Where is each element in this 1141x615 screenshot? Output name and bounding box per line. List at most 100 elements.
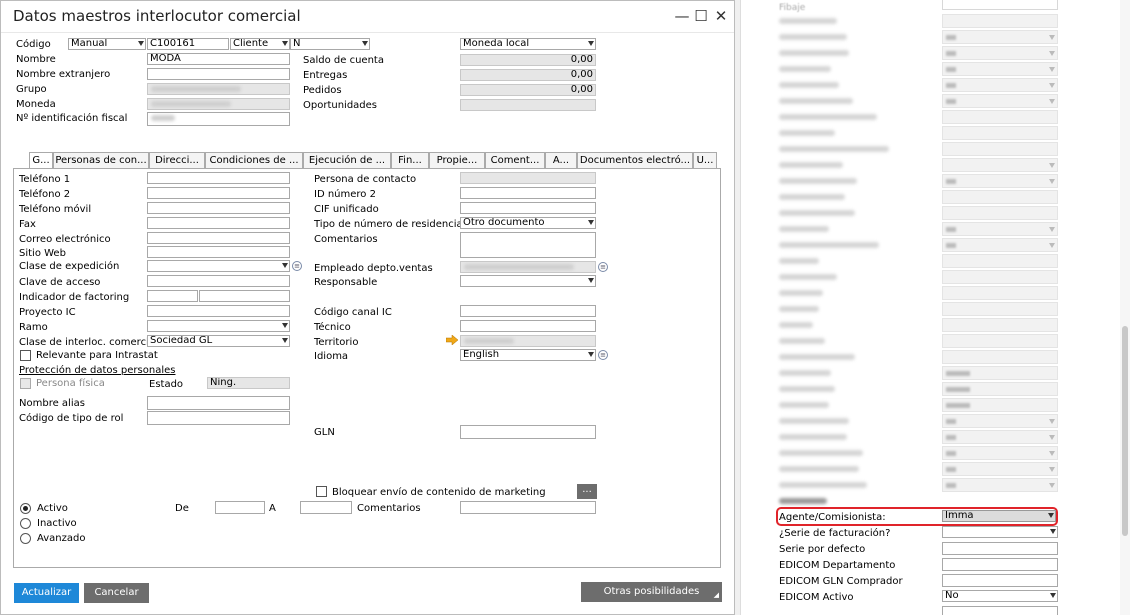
codigo-field[interactable]: C100161 — [147, 38, 229, 50]
proteccion-datos-link[interactable]: Protección de datos personales — [19, 365, 175, 377]
grupo-select[interactable] — [147, 83, 290, 95]
pedidos-field[interactable]: 0,00 — [460, 84, 596, 96]
alias-field[interactable] — [147, 396, 290, 410]
blurred-udf-field[interactable] — [942, 78, 1058, 92]
tab-propiedades[interactable]: Propie... — [429, 152, 485, 169]
tipo2-select[interactable]: N — [290, 38, 370, 50]
factoring-field-2[interactable] — [199, 290, 290, 302]
tipo-select[interactable]: Cliente — [230, 38, 290, 50]
blurred-udf-field[interactable] — [942, 366, 1058, 380]
a-field[interactable] — [300, 501, 352, 514]
tab-documentos-electronicos[interactable]: Documentos electró... — [577, 152, 693, 169]
edicom-departamento-field[interactable] — [942, 558, 1058, 571]
blurred-udf-field[interactable] — [942, 30, 1058, 44]
tab-condiciones[interactable]: Condiciones de ... — [205, 152, 303, 169]
movil-field[interactable] — [147, 202, 290, 214]
clave-field[interactable] — [147, 275, 290, 287]
blurred-udf-field[interactable] — [942, 190, 1058, 204]
blurred-udf-field[interactable] — [942, 62, 1058, 76]
moneda-select[interactable] — [147, 98, 290, 110]
blurred-udf-field[interactable] — [942, 334, 1058, 348]
id2-field[interactable] — [460, 187, 596, 199]
nombre-field[interactable]: MODA — [147, 53, 290, 65]
responsable-select[interactable] — [460, 275, 596, 287]
comentarios-field[interactable] — [460, 232, 596, 258]
blurred-udf-field[interactable] — [942, 478, 1058, 492]
avanzado-radio[interactable] — [20, 533, 31, 544]
blurred-udf-field[interactable] — [942, 222, 1058, 236]
telefono1-field[interactable] — [147, 172, 290, 184]
maximize-button[interactable]: ☐ — [690, 5, 712, 27]
de-field[interactable] — [215, 501, 265, 514]
blurred-udf-field[interactable] — [942, 14, 1058, 28]
edicom-activo-select[interactable]: No — [942, 590, 1058, 602]
bloquear-marketing-checkbox[interactable] — [316, 486, 327, 497]
blurred-udf-field[interactable] — [942, 94, 1058, 108]
activo-radio[interactable] — [20, 503, 31, 514]
info-icon[interactable]: ≡ — [598, 262, 608, 272]
info-icon[interactable]: ≡ — [598, 350, 608, 360]
tab-anexos[interactable]: A... — [545, 152, 577, 169]
serie-select[interactable]: Manual — [68, 38, 146, 50]
correo-field[interactable] — [147, 232, 290, 244]
scrollbar-thumb[interactable] — [1122, 326, 1128, 536]
blurred-udf-field[interactable] — [942, 350, 1058, 364]
cif-field[interactable] — [460, 202, 596, 214]
oportunidades-field[interactable] — [460, 99, 596, 111]
link-arrow-icon[interactable] — [445, 334, 459, 348]
tab-personas-contacto[interactable]: Personas de con... — [53, 152, 149, 169]
blurred-udf-field[interactable] — [942, 238, 1058, 252]
factoring-field-1[interactable] — [147, 290, 198, 302]
otras-posibilidades-button[interactable]: Otras posibilidades ◢ — [581, 582, 722, 602]
empleado-select[interactable] — [460, 261, 596, 273]
blurred-udf-field[interactable] — [942, 126, 1058, 140]
udf-top-field[interactable] — [942, 0, 1058, 10]
blurred-udf-field[interactable] — [942, 414, 1058, 428]
expedicion-select[interactable] — [147, 260, 290, 272]
tab-finanzas[interactable]: Fin... — [391, 152, 429, 169]
telefono2-field[interactable] — [147, 187, 290, 199]
proyecto-field[interactable] — [147, 305, 290, 317]
clase-interloc-select[interactable]: Sociedad GL — [147, 335, 290, 347]
tab-ejecucion[interactable]: Ejecución de ... — [303, 152, 391, 169]
gln-field[interactable] — [460, 425, 596, 439]
blurred-udf-field[interactable] — [942, 142, 1058, 156]
blurred-udf-field[interactable] — [942, 446, 1058, 460]
blurred-udf-field[interactable] — [942, 110, 1058, 124]
tipo-residencia-select[interactable]: Otro documento — [460, 217, 596, 229]
persona-fisica-checkbox[interactable] — [20, 378, 31, 389]
serie-facturacion-select[interactable] — [942, 526, 1058, 538]
serie-defecto-field[interactable] — [942, 542, 1058, 555]
more-button[interactable]: ... — [577, 484, 597, 499]
actualizar-button[interactable]: Actualizar — [14, 583, 79, 603]
tab-u[interactable]: U... — [693, 152, 717, 169]
udf-scrollbar[interactable] — [1120, 0, 1130, 615]
nif-field[interactable] — [147, 112, 290, 126]
blurred-udf-field[interactable] — [942, 286, 1058, 300]
web-field[interactable] — [147, 246, 290, 258]
estado-field[interactable]: Ning. — [207, 377, 290, 389]
edicom-gln-field[interactable] — [942, 574, 1058, 587]
blurred-udf-field[interactable] — [942, 382, 1058, 396]
agente-select[interactable]: Imma — [942, 510, 1056, 522]
tab-comentarios[interactable]: Coment... — [485, 152, 545, 169]
blurred-udf-field[interactable] — [942, 46, 1058, 60]
close-button[interactable]: ✕ — [710, 5, 732, 27]
saldo-field[interactable]: 0,00 — [460, 54, 596, 66]
rol-field[interactable] — [147, 411, 290, 425]
blurred-udf-field[interactable] — [942, 398, 1058, 412]
blurred-udf-field[interactable] — [942, 302, 1058, 316]
blurred-udf-field[interactable] — [942, 158, 1058, 172]
comentarios2-field[interactable] — [460, 501, 596, 514]
tab-direcciones[interactable]: Direcci... — [149, 152, 205, 169]
ramo-select[interactable] — [147, 320, 290, 332]
tecnico-field[interactable] — [460, 320, 596, 332]
persona-contacto-field[interactable] — [460, 172, 596, 184]
nombre-extranjero-field[interactable] — [147, 68, 290, 80]
info-icon[interactable]: ≡ — [292, 261, 302, 271]
cancelar-button[interactable]: Cancelar — [84, 583, 149, 603]
blurred-udf-field[interactable] — [942, 318, 1058, 332]
moneda-local-select[interactable]: Moneda local — [460, 38, 596, 50]
blurred-udf-field[interactable] — [942, 174, 1058, 188]
blurred-udf-field[interactable] — [942, 462, 1058, 476]
